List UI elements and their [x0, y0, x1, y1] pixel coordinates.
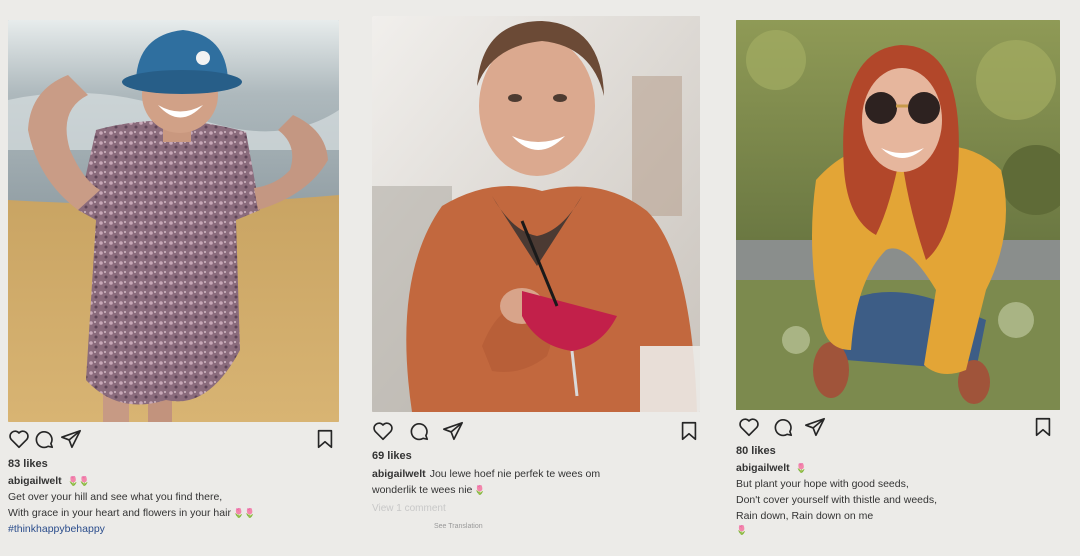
share-icon[interactable]: [442, 420, 464, 442]
share-icon[interactable]: [60, 428, 82, 450]
tulip-emoji: 🌷: [795, 463, 807, 473]
tulip-emoji: 🌷: [736, 525, 748, 535]
caption-text: Jou lewe hoef nie perfek te wees om: [429, 468, 601, 480]
username[interactable]: abigailwelt: [8, 475, 62, 487]
caption-tail: 🌷: [736, 523, 747, 538]
caption-line-1: abigailwelt Jou lewe hoef nie perfek te w…: [372, 467, 600, 482]
hashtag[interactable]: #thinkhappybehappy: [8, 522, 105, 537]
post-1: 83 likes abigailwelt 🌷🌷 Get over your hil…: [8, 0, 340, 556]
bookmark-icon[interactable]: [1032, 416, 1054, 438]
post-photo[interactable]: [372, 16, 700, 412]
caption-line-2: With grace in your heart and flowers in …: [8, 506, 255, 521]
post-photo[interactable]: [8, 20, 339, 422]
heart-icon[interactable]: [8, 428, 30, 450]
likes-count[interactable]: 69 likes: [372, 450, 412, 462]
post-3: 80 likes abigailwelt 🌷 But plant your hop…: [736, 0, 1066, 556]
post-photo[interactable]: [736, 20, 1060, 410]
caption-text: wonderlik te wees nie: [372, 484, 473, 496]
bookmark-icon[interactable]: [678, 420, 700, 442]
action-bar: [8, 428, 340, 450]
tulip-emoji: 🌷🌷: [232, 508, 256, 518]
comment-icon[interactable]: [772, 416, 794, 438]
heart-icon[interactable]: [372, 420, 394, 442]
caption-line-3: Rain down, Rain down on me: [736, 510, 874, 522]
caption-line-2: Don't cover yourself with thistle and we…: [736, 494, 938, 506]
likes-count[interactable]: 80 likes: [736, 445, 776, 457]
bookmark-icon[interactable]: [314, 428, 336, 450]
caption-line-1: But plant your hope with good seeds,: [736, 478, 909, 490]
see-translation-link[interactable]: See Translation: [434, 523, 483, 530]
comment-icon[interactable]: [408, 420, 430, 442]
likes-count[interactable]: 83 likes: [8, 458, 48, 470]
action-bar: [736, 416, 1066, 438]
caption-username-line: abigailwelt 🌷🌷: [8, 474, 90, 489]
caption-username-line: abigailwelt 🌷: [736, 461, 807, 476]
caption-text: With grace in your heart and flowers in …: [8, 507, 231, 519]
tulip-emoji: 🌷🌷: [67, 476, 91, 486]
post-2: 69 likes abigailwelt Jou lewe hoef nie pe…: [372, 0, 702, 556]
caption-line-2: wonderlik te wees nie 🌷: [372, 483, 486, 498]
username[interactable]: abigailwelt: [372, 468, 426, 480]
caption-line-1: Get over your hill and see what you find…: [8, 491, 223, 503]
heart-icon[interactable]: [738, 416, 760, 438]
view-comments-link[interactable]: View 1 comment: [372, 503, 446, 514]
tulip-emoji: 🌷: [474, 485, 486, 495]
comment-icon[interactable]: [33, 428, 55, 450]
action-bar: [372, 420, 702, 442]
share-icon[interactable]: [804, 416, 826, 438]
username[interactable]: abigailwelt: [736, 462, 790, 474]
